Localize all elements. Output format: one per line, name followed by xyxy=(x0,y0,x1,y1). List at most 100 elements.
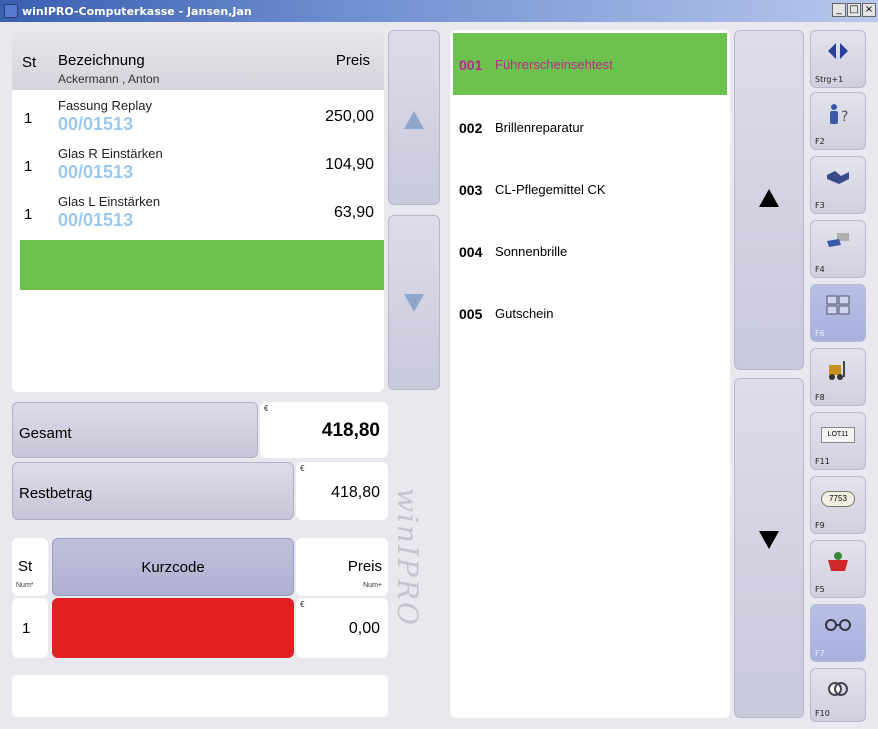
entry-preis-header[interactable]: Preis Num+ xyxy=(296,538,388,596)
row-price: 250,00 xyxy=(325,108,374,125)
fkey-f8-button[interactable]: F8 xyxy=(810,348,866,406)
hand-card-icon xyxy=(827,233,849,247)
row-qty: 1 xyxy=(24,158,33,175)
fkey-f3-button[interactable]: F3 xyxy=(810,156,866,214)
entry-st-header[interactable]: St Num* xyxy=(12,538,48,596)
title-bar: winIPRO-Computerkasse - Jansen,Jan _ □ × xyxy=(0,0,878,22)
kurzcode-input[interactable] xyxy=(52,598,294,658)
product-name: Brillenreparatur xyxy=(495,120,584,135)
window-controls: _ □ × xyxy=(832,3,876,17)
contact-lens-icon xyxy=(828,682,848,696)
message-field[interactable] xyxy=(12,675,388,717)
fkey-f7-button[interactable]: F7 xyxy=(810,604,866,662)
maximize-button[interactable]: □ xyxy=(847,3,861,17)
fkey-label: F5 xyxy=(815,585,825,594)
restbetrag-value: 418,80 xyxy=(331,484,380,501)
restbetrag-label: Restbetrag xyxy=(19,485,93,502)
fkey-label: F6 xyxy=(815,329,825,338)
person-question-icon: ? xyxy=(830,104,848,125)
entry-price-value: 0,00 xyxy=(348,620,380,637)
app-icon xyxy=(4,4,18,18)
order-row[interactable]: 1 Fassung Replay 00/01513 250,00 xyxy=(12,96,384,144)
entry-price-field[interactable]: € 0,00 xyxy=(296,598,388,658)
product-page-up-button[interactable] xyxy=(734,30,804,370)
customer-name: Ackermann , Anton xyxy=(58,72,160,86)
calendar-grid-icon xyxy=(826,295,850,315)
fkey-f5-button[interactable]: F5 xyxy=(810,540,866,598)
col-bezeichnung: Bezeichnung xyxy=(58,52,145,69)
currency-symbol: € xyxy=(300,600,305,609)
arrow-up-icon xyxy=(404,111,424,129)
row-code: 00/01513 xyxy=(58,114,134,134)
restbetrag-button[interactable]: Restbetrag xyxy=(12,462,294,520)
fkey-f6-button[interactable]: F6 xyxy=(810,284,866,342)
gesamt-value-box: € 418,80 xyxy=(260,402,388,458)
lot-label-icon: LOT11 xyxy=(821,427,855,443)
currency-symbol: € xyxy=(264,404,269,413)
fkey-label: F9 xyxy=(815,521,825,530)
product-item[interactable]: 001 Führerscheinsehtest xyxy=(453,33,727,95)
fkey-label: F2 xyxy=(815,137,825,146)
fkey-f2-button[interactable]: ? F2 xyxy=(810,92,866,150)
handshake-icon xyxy=(827,171,849,184)
entry-qty-field[interactable]: 1 xyxy=(12,598,48,658)
gesamt-button[interactable]: Gesamt xyxy=(12,402,258,458)
kurzcode-label: Kurzcode xyxy=(141,559,205,576)
arrow-up-icon xyxy=(759,189,779,207)
entry-preis-label: Preis xyxy=(347,558,382,575)
row-code: 00/01513 xyxy=(58,162,134,182)
kurzcode-header[interactable]: Kurzcode xyxy=(52,538,294,596)
fkey-label: F3 xyxy=(815,201,825,210)
basket-icon xyxy=(828,552,848,571)
row-qty: 1 xyxy=(24,110,33,127)
gesamt-value: 418,80 xyxy=(321,420,380,441)
fkey-f4-button[interactable]: F4 xyxy=(810,220,866,278)
fkey-strg1-button[interactable]: Strg+1 xyxy=(810,30,866,88)
fkey-label: F4 xyxy=(815,265,825,274)
product-item[interactable]: 002 Brillenreparatur xyxy=(453,96,727,158)
window-title: winIPRO-Computerkasse - Jansen,Jan xyxy=(22,4,252,18)
product-code: 005 xyxy=(459,306,483,322)
fkey-f9-button[interactable]: 7753 F9 xyxy=(810,476,866,534)
product-name: CL-Pflegemittel CK xyxy=(495,182,606,197)
product-code: 001 xyxy=(459,57,483,73)
product-item[interactable]: 005 Gutschein xyxy=(453,282,727,344)
arrows-left-right-icon xyxy=(828,43,848,59)
entry-st-label: St xyxy=(18,558,33,575)
entry-st-sub: Num* xyxy=(16,582,34,589)
row-name: Glas L Einstärken xyxy=(58,194,161,209)
fkey-f10-button[interactable]: F10 xyxy=(810,668,866,722)
fkey-f11-button[interactable]: LOT11 F11 xyxy=(810,412,866,470)
order-row[interactable]: 1 Glas L Einstärken 00/01513 63,90 xyxy=(12,192,384,240)
fkey-label: F8 xyxy=(815,393,825,402)
arrow-down-icon xyxy=(759,531,779,549)
tag-label-icon: 7753 xyxy=(821,491,855,507)
product-name: Sonnenbrille xyxy=(495,244,568,259)
entry-qty-value: 1 xyxy=(22,620,31,637)
restbetrag-value-box: € 418,80 xyxy=(296,462,388,520)
product-list: 001 Führerscheinsehtest 002 Brillenrepar… xyxy=(450,30,730,718)
selected-empty-row[interactable] xyxy=(20,240,384,290)
product-code: 003 xyxy=(459,182,483,198)
order-header: St Bezeichnung Ackermann , Anton Preis xyxy=(12,30,384,90)
row-code: 00/01513 xyxy=(58,210,134,230)
order-list: St Bezeichnung Ackermann , Anton Preis 1… xyxy=(12,30,384,392)
row-price: 104,90 xyxy=(325,156,374,173)
fkey-label: F11 xyxy=(815,457,830,466)
winipro-watermark: winIPRO xyxy=(391,488,424,627)
close-button[interactable]: × xyxy=(862,3,876,17)
order-scroll-up-button[interactable] xyxy=(388,30,440,205)
row-qty: 1 xyxy=(24,206,33,223)
product-item[interactable]: 003 CL-Pflegemittel CK xyxy=(453,158,727,220)
col-st: St xyxy=(22,54,37,71)
order-scroll-down-button[interactable] xyxy=(388,215,440,390)
entry-preis-sub: Num+ xyxy=(363,582,382,589)
currency-symbol: € xyxy=(300,464,305,473)
product-code: 002 xyxy=(459,120,483,136)
row-name: Glas R Einstärken xyxy=(58,146,163,161)
minimize-button[interactable]: _ xyxy=(832,3,846,17)
product-page-down-button[interactable] xyxy=(734,378,804,718)
product-item[interactable]: 004 Sonnenbrille xyxy=(453,220,727,282)
gesamt-label: Gesamt xyxy=(19,425,72,442)
order-row[interactable]: 1 Glas R Einstärken 00/01513 104,90 xyxy=(12,144,384,192)
